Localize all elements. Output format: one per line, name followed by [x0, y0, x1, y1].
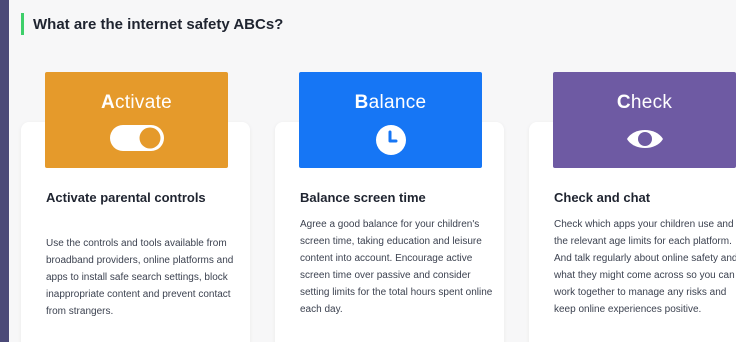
tile-check: Check	[553, 72, 736, 168]
eye-icon	[625, 124, 665, 154]
content-panel: What are the internet safety ABCs? Activ…	[9, 0, 736, 342]
tile-initial: B	[354, 92, 369, 113]
tile-initial: A	[100, 92, 115, 113]
card-body: Use the controls and tools available fro…	[46, 238, 234, 317]
tile-initial: C	[616, 92, 631, 113]
card-title: Activate parental controls	[46, 190, 206, 205]
toggle-switch-icon	[109, 124, 165, 152]
card-title: Check and chat	[554, 190, 651, 205]
card-body: Check which apps your children use and t…	[554, 219, 736, 315]
tile-label: Balance	[299, 92, 482, 114]
tile-label-rest: heck	[630, 92, 673, 113]
tile-label-rest: ctivate	[115, 92, 173, 113]
tile-activate: Activate	[45, 72, 228, 168]
tile-label: Check	[553, 92, 736, 114]
section-heading: What are the internet safety ABCs?	[21, 12, 283, 36]
heading-accent-bar	[21, 13, 24, 35]
card-title: Balance screen time	[300, 190, 426, 205]
tile-label-rest: alance	[368, 92, 427, 113]
clock-icon	[375, 124, 407, 156]
tile-balance: Balance	[299, 72, 482, 168]
tile-label: Activate	[45, 92, 228, 114]
card-body: Agree a good balance for your children's…	[300, 219, 493, 315]
section-title: What are the internet safety ABCs?	[33, 15, 284, 33]
